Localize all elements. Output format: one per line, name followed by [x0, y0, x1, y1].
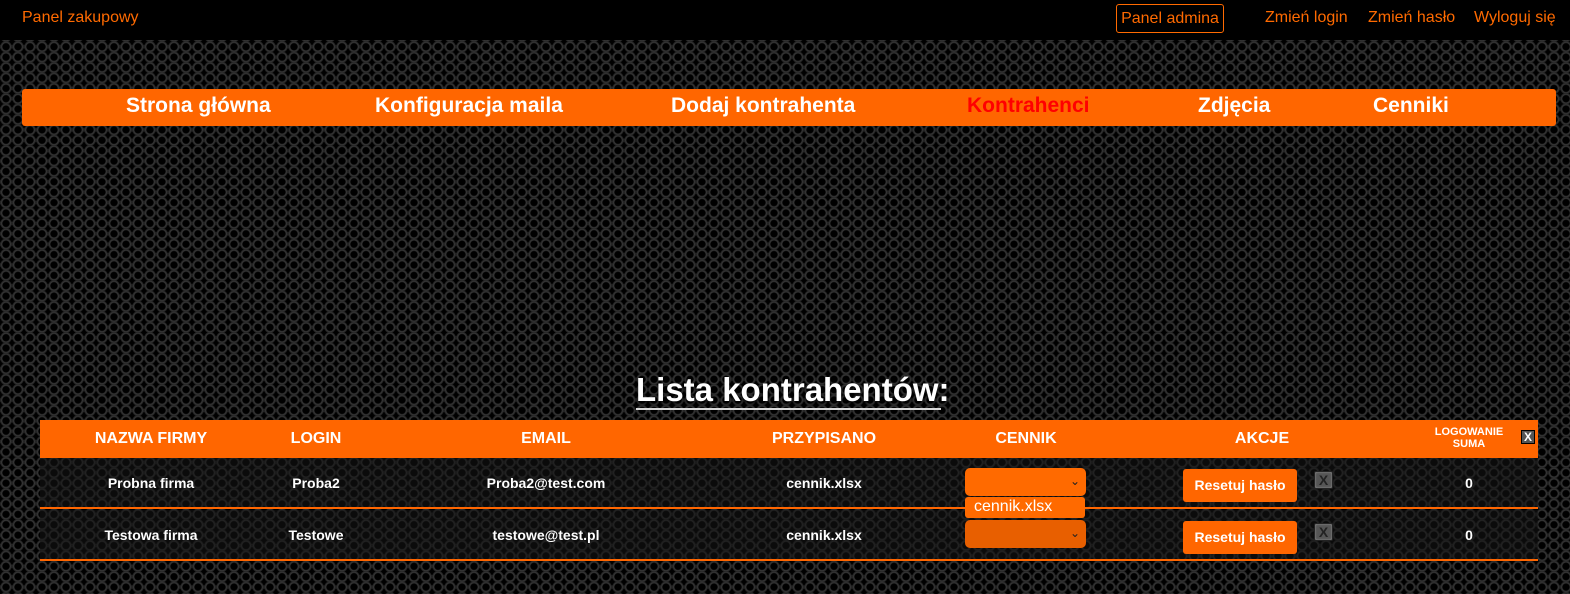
change-login-link[interactable]: Zmień login	[1265, 9, 1348, 27]
page-title: Lista kontrahentów:	[636, 371, 950, 408]
logout-link[interactable]: Wyloguj się	[1474, 9, 1556, 27]
nav-contractors[interactable]: Kontrahenci	[967, 94, 1090, 118]
top-bar: Panel zakupowy Panel admina Zmień login …	[0, 0, 1570, 40]
header-assigned: PRZYPISANO	[771, 430, 877, 447]
title-underline	[636, 408, 941, 410]
table-header: NAZWA FIRMY LOGIN EMAIL PRZYPISANO CENNI…	[40, 420, 1538, 458]
delete-button[interactable]: X	[1314, 523, 1333, 541]
reset-password-button[interactable]: Resetuj hasło	[1183, 469, 1297, 502]
dropdown-option[interactable]: cennik.xlsx	[965, 497, 1085, 518]
nav-home[interactable]: Strona główna	[126, 94, 271, 118]
price-list-select[interactable]: ⌄	[965, 468, 1086, 496]
header-email: EMAIL	[521, 430, 571, 447]
chevron-down-icon: ⌄	[1069, 526, 1080, 540]
admin-panel-button[interactable]: Panel admina	[1116, 4, 1224, 33]
cell-login: Testowe	[288, 527, 344, 543]
header-actions: AKCJE	[1234, 430, 1290, 447]
header-company: NAZWA FIRMY	[94, 430, 208, 447]
cell-assigned: cennik.xlsx	[786, 475, 862, 491]
cell-logins: 0	[1465, 475, 1473, 491]
cell-logins: 0	[1465, 527, 1473, 543]
header-price-list: CENNIK	[995, 430, 1057, 447]
cell-assigned: cennik.xlsx	[786, 527, 862, 543]
delete-button[interactable]: X	[1314, 471, 1333, 489]
nav-mail-config[interactable]: Konfiguracja maila	[375, 94, 563, 118]
header-logins-sum: LOGOWANIE SUMA	[1434, 426, 1504, 450]
change-password-link[interactable]: Zmień hasło	[1368, 9, 1455, 27]
nav-add-contractor[interactable]: Dodaj kontrahenta	[671, 94, 855, 118]
cell-company: Probna firma	[107, 475, 195, 491]
header-login: LOGIN	[290, 430, 342, 447]
cell-login: Proba2	[292, 475, 340, 491]
table-row: Probna firma Proba2 Proba2@test.com cenn…	[40, 458, 1538, 509]
reset-password-button[interactable]: Resetuj hasło	[1183, 521, 1297, 554]
brand-link[interactable]: Panel zakupowy	[22, 9, 139, 27]
nav-price-lists[interactable]: Cenniki	[1373, 94, 1449, 118]
cell-company: Testowa firma	[104, 527, 198, 543]
cell-email: Proba2@test.com	[486, 475, 606, 491]
main-nav: Strona główna Konfiguracja maila Dodaj k…	[22, 89, 1556, 126]
clear-logins-button[interactable]: X	[1521, 430, 1535, 444]
price-list-select[interactable]: ⌄	[965, 520, 1086, 548]
cell-email: testowe@test.pl	[492, 527, 600, 543]
chevron-down-icon: ⌄	[1069, 474, 1080, 488]
nav-photos[interactable]: Zdjęcia	[1198, 94, 1270, 118]
table-row: Testowa firma Testowe testowe@test.pl ce…	[40, 510, 1538, 561]
